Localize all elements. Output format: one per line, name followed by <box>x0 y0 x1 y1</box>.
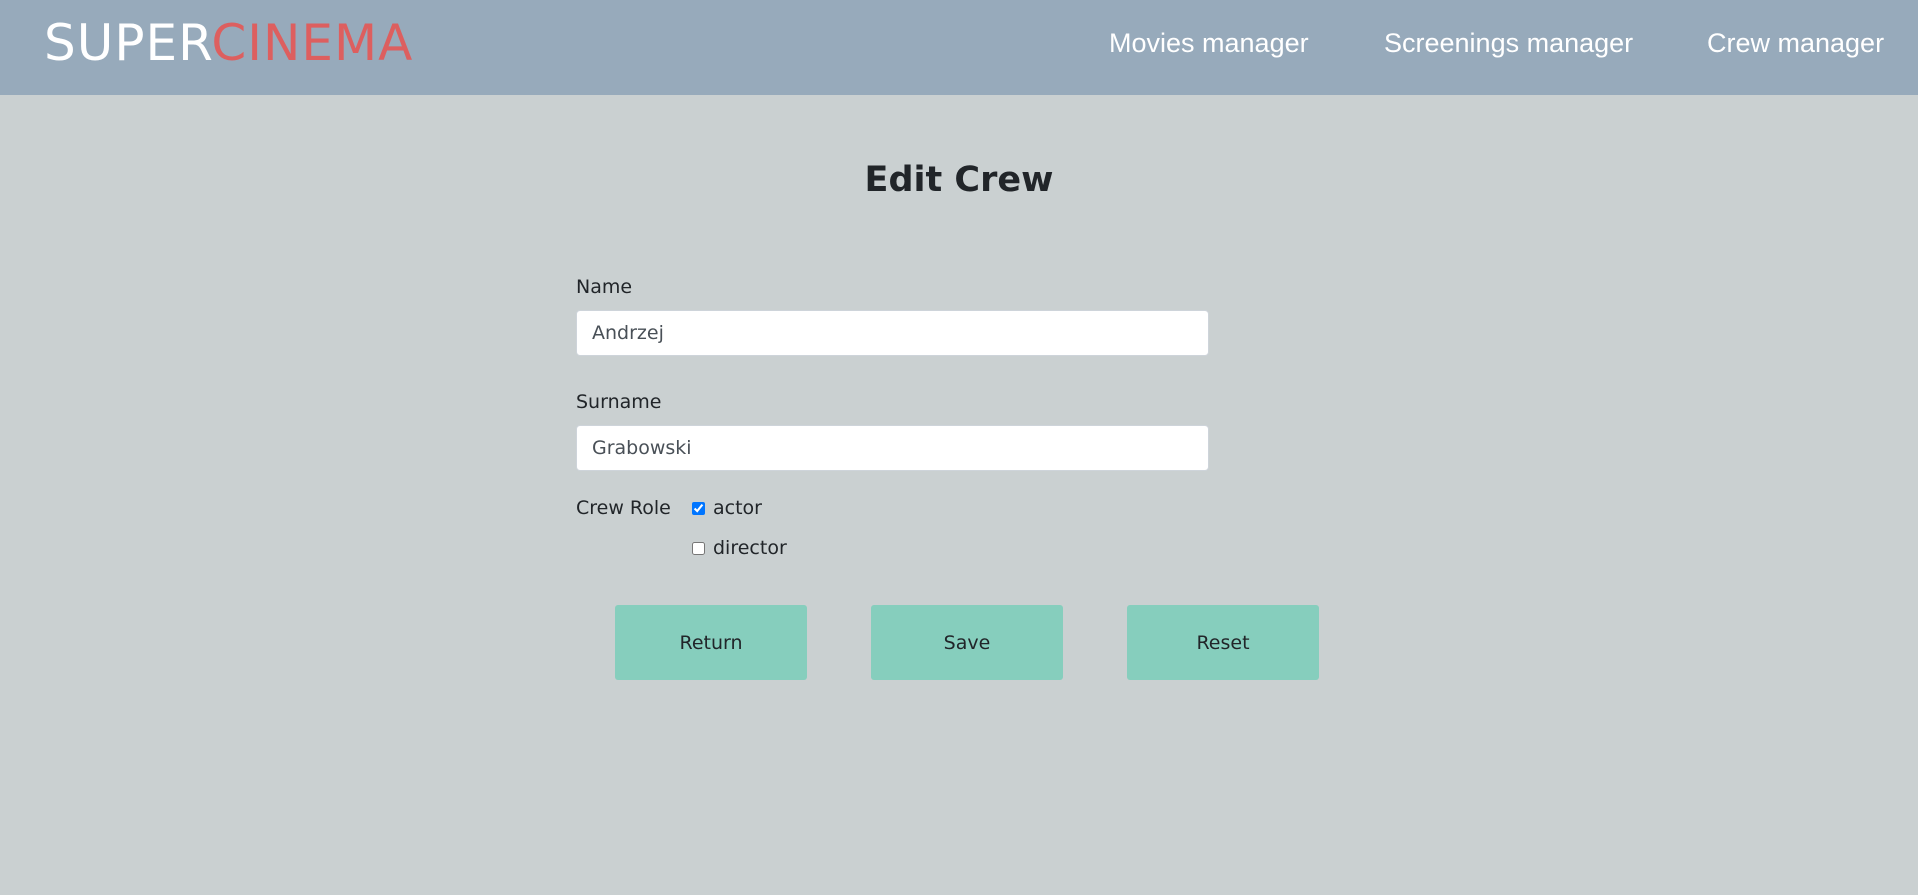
actor-checkbox[interactable] <box>692 501 705 515</box>
page-title: Edit Crew <box>864 160 1054 200</box>
logo-text-cinema: CINEMA <box>211 14 414 72</box>
director-checkbox[interactable] <box>692 541 705 555</box>
name-label: Name <box>576 276 633 298</box>
role-option-actor: actor <box>692 495 762 521</box>
role-option-director: director <box>692 535 787 561</box>
logo-text-super: SUPER <box>44 14 212 72</box>
nav-crew-manager[interactable]: Crew manager <box>1707 24 1884 62</box>
navbar: SUPERCINEMA Movies manager Screenings ma… <box>0 0 1918 95</box>
save-button[interactable]: Save <box>871 605 1063 680</box>
nav-screenings-manager[interactable]: Screenings manager <box>1384 24 1633 62</box>
name-input[interactable] <box>576 310 1209 356</box>
surname-label: Surname <box>576 391 662 413</box>
site-logo[interactable]: SUPERCINEMA <box>44 12 413 74</box>
surname-input[interactable] <box>576 425 1209 471</box>
actor-checkbox-label[interactable]: actor <box>713 495 762 521</box>
director-checkbox-label[interactable]: director <box>713 535 787 561</box>
reset-button[interactable]: Reset <box>1127 605 1319 680</box>
return-button[interactable]: Return <box>615 605 807 680</box>
nav-movies-manager[interactable]: Movies manager <box>1109 24 1309 62</box>
crew-role-label: Crew Role <box>576 497 671 519</box>
